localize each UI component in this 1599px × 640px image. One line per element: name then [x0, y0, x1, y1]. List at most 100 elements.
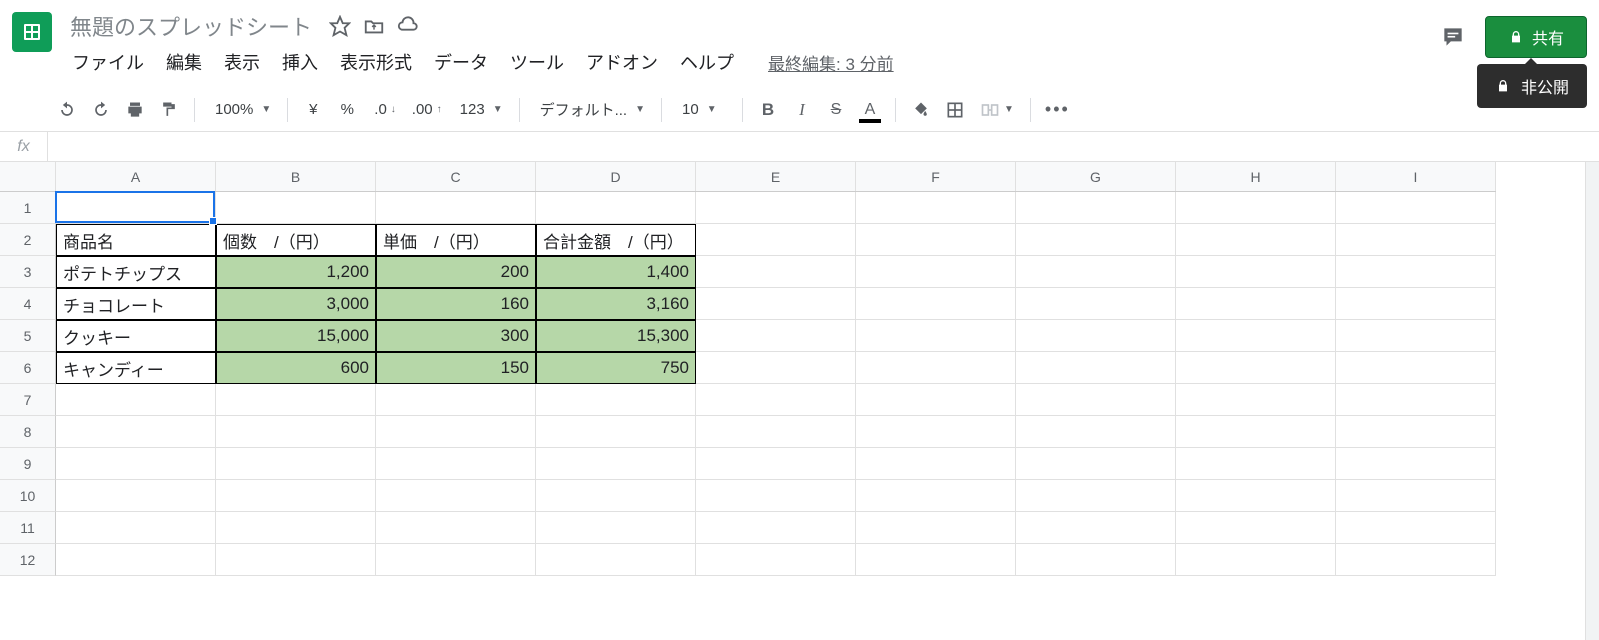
col-header-G[interactable]: G	[1016, 162, 1176, 191]
cell[interactable]	[696, 448, 856, 480]
row-header[interactable]: 9	[0, 448, 56, 480]
cell-I5[interactable]	[1336, 320, 1496, 352]
last-edit[interactable]: 最終編集: 3 分前	[768, 50, 894, 75]
undo-button[interactable]	[52, 95, 82, 125]
doc-title[interactable]: 無題のスプレッドシート	[64, 8, 318, 44]
cell[interactable]	[1336, 448, 1496, 480]
cell[interactable]	[1016, 448, 1176, 480]
currency-button[interactable]: ¥	[298, 95, 328, 125]
increase-decimal-button[interactable]: .00↑	[404, 95, 446, 125]
menu-help[interactable]: ヘルプ	[672, 45, 742, 79]
cell-D1[interactable]	[536, 192, 696, 224]
select-all-corner[interactable]	[0, 162, 56, 192]
cell-C4[interactable]: 160	[376, 288, 536, 320]
cell[interactable]	[1176, 448, 1336, 480]
cell[interactable]	[1016, 512, 1176, 544]
menu-format[interactable]: 表示形式	[332, 45, 420, 79]
cell-F5[interactable]	[856, 320, 1016, 352]
cell-A1[interactable]	[56, 192, 216, 224]
menu-data[interactable]: データ	[426, 45, 496, 79]
more-button[interactable]: •••	[1041, 95, 1074, 125]
cell-G1[interactable]	[1016, 192, 1176, 224]
cell-H5[interactable]	[1176, 320, 1336, 352]
cell[interactable]	[1336, 384, 1496, 416]
merge-button[interactable]: ▼	[974, 100, 1020, 120]
cell-A2[interactable]: 商品名	[56, 224, 216, 256]
zoom-dropdown[interactable]: 100%▼	[205, 101, 277, 118]
cell[interactable]	[696, 384, 856, 416]
menu-view[interactable]: 表示	[216, 45, 268, 79]
cell-G2[interactable]	[1016, 224, 1176, 256]
cell-C2[interactable]: 単価 /（円）	[376, 224, 536, 256]
cell-E3[interactable]	[696, 256, 856, 288]
cell[interactable]	[1336, 416, 1496, 448]
row-header[interactable]: 6	[0, 352, 56, 384]
row-header[interactable]: 1	[0, 192, 56, 224]
cell[interactable]	[1176, 416, 1336, 448]
cell-F4[interactable]	[856, 288, 1016, 320]
cell-E4[interactable]	[696, 288, 856, 320]
cell[interactable]	[1336, 544, 1496, 576]
cell-B5[interactable]: 15,000	[216, 320, 376, 352]
row-header[interactable]: 8	[0, 416, 56, 448]
vertical-scrollbar[interactable]	[1585, 162, 1599, 640]
row-header[interactable]: 7	[0, 384, 56, 416]
cell[interactable]	[1176, 384, 1336, 416]
cell-H2[interactable]	[1176, 224, 1336, 256]
cell[interactable]	[376, 512, 536, 544]
cell-I1[interactable]	[1336, 192, 1496, 224]
cell[interactable]	[216, 544, 376, 576]
cell[interactable]	[1336, 512, 1496, 544]
cell[interactable]	[216, 384, 376, 416]
cell[interactable]	[376, 384, 536, 416]
menu-file[interactable]: ファイル	[64, 45, 152, 79]
cell[interactable]	[1016, 544, 1176, 576]
col-header-H[interactable]: H	[1176, 162, 1336, 191]
cell-G4[interactable]	[1016, 288, 1176, 320]
cell-H1[interactable]	[1176, 192, 1336, 224]
fill-color-button[interactable]	[906, 95, 936, 125]
cell[interactable]	[376, 416, 536, 448]
cell-A4[interactable]: チョコレート	[56, 288, 216, 320]
cell-H3[interactable]	[1176, 256, 1336, 288]
cell-A5[interactable]: クッキー	[56, 320, 216, 352]
cell-G3[interactable]	[1016, 256, 1176, 288]
cell-C6[interactable]: 150	[376, 352, 536, 384]
cell[interactable]	[56, 544, 216, 576]
cell-H4[interactable]	[1176, 288, 1336, 320]
cell-A6[interactable]: キャンディー	[56, 352, 216, 384]
cell[interactable]	[856, 448, 1016, 480]
bold-button[interactable]: B	[753, 95, 783, 125]
cell[interactable]	[56, 448, 216, 480]
cell-B4[interactable]: 3,000	[216, 288, 376, 320]
cell-F6[interactable]	[856, 352, 1016, 384]
cell-C5[interactable]: 300	[376, 320, 536, 352]
cell[interactable]	[1016, 480, 1176, 512]
row-header[interactable]: 2	[0, 224, 56, 256]
cell[interactable]	[856, 384, 1016, 416]
col-header-C[interactable]: C	[376, 162, 536, 191]
col-header-F[interactable]: F	[856, 162, 1016, 191]
cell-G6[interactable]	[1016, 352, 1176, 384]
cell[interactable]	[536, 384, 696, 416]
cell-B2[interactable]: 個数 /（円）	[216, 224, 376, 256]
print-button[interactable]	[120, 95, 150, 125]
cell-I3[interactable]	[1336, 256, 1496, 288]
cell[interactable]	[216, 416, 376, 448]
cell-I4[interactable]	[1336, 288, 1496, 320]
row-header[interactable]: 3	[0, 256, 56, 288]
menu-insert[interactable]: 挿入	[274, 45, 326, 79]
font-size-dropdown[interactable]: 10▼	[672, 101, 732, 118]
cell[interactable]	[856, 512, 1016, 544]
cell-D5[interactable]: 15,300	[536, 320, 696, 352]
move-icon[interactable]	[362, 14, 386, 38]
cell[interactable]	[696, 544, 856, 576]
cell-F2[interactable]	[856, 224, 1016, 256]
cell[interactable]	[1336, 480, 1496, 512]
cell[interactable]	[56, 512, 216, 544]
cell-B6[interactable]: 600	[216, 352, 376, 384]
font-dropdown[interactable]: デフォルト...▼	[530, 99, 651, 120]
cell[interactable]	[1176, 544, 1336, 576]
col-header-D[interactable]: D	[536, 162, 696, 191]
cell[interactable]	[216, 480, 376, 512]
